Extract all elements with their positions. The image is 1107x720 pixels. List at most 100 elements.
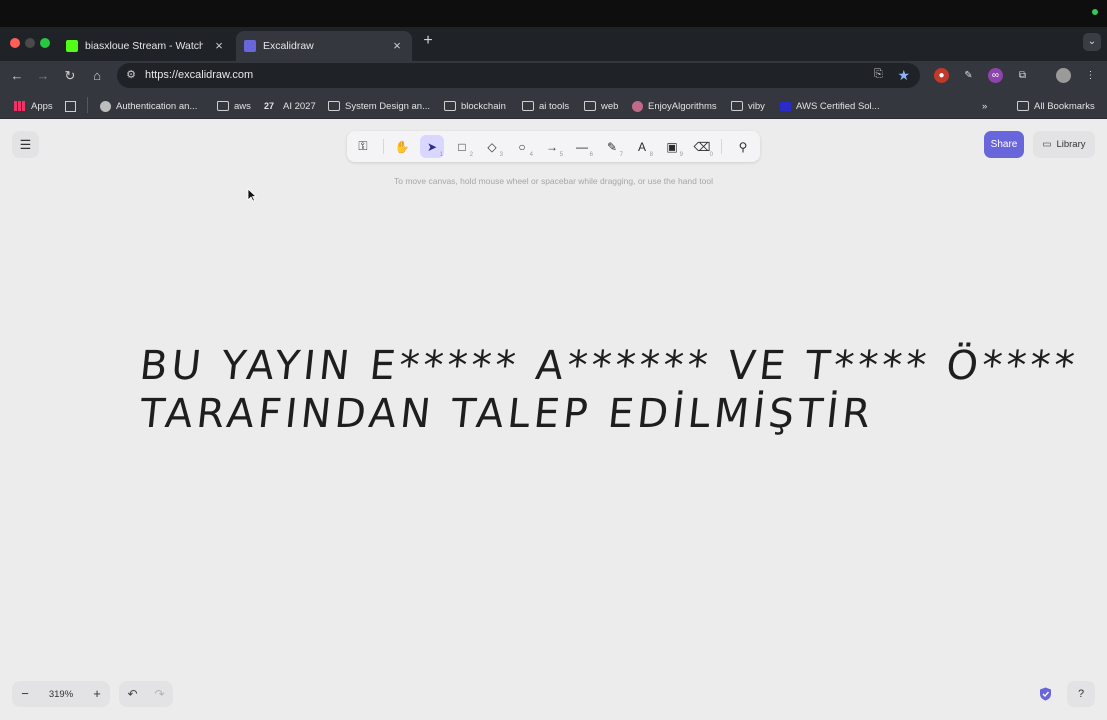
- bookmark-label: AWS Certified Sol...: [796, 100, 880, 112]
- zoom-out-button[interactable]: −: [12, 681, 38, 707]
- bookmark-aws[interactable]: aws: [217, 99, 251, 113]
- hand-tool-icon[interactable]: ✋: [390, 135, 414, 158]
- bookmark-label: AI 2027: [283, 100, 316, 112]
- folder-icon: [522, 101, 534, 111]
- browser-toolbar: ← → ↻ ⌂ ⚙ https://excalidraw.com ⎘ ★ ● ✎…: [0, 61, 1107, 91]
- line-tool-icon[interactable]: —6: [570, 135, 594, 159]
- canvas-text-line-2[interactable]: TARAFINDAN TALEP EDİLMİŞTİR: [138, 391, 1043, 437]
- back-arrow-icon[interactable]: ←: [9, 68, 25, 84]
- profile-avatar[interactable]: [1056, 68, 1071, 83]
- site-settings-icon[interactable]: ⚙: [124, 68, 138, 82]
- excalidraw-favicon-icon: [244, 40, 256, 52]
- help-button[interactable]: ?: [1067, 681, 1095, 707]
- zoom-level[interactable]: 319%: [38, 689, 84, 700]
- selection-tool-icon[interactable]: ➤ 1: [420, 135, 444, 158]
- extension-fox-icon[interactable]: ●: [934, 68, 949, 83]
- macos-menubar: [0, 0, 1107, 27]
- zoom-controls: − 319% +: [12, 681, 110, 707]
- library-button[interactable]: ▭ Library: [1033, 131, 1095, 158]
- folder-icon: [584, 101, 596, 111]
- bookmark-label: viby: [748, 100, 765, 112]
- main-menu-button[interactable]: ☰: [12, 131, 39, 158]
- bookmarks-bar: Apps Authentication an... aws 27 AI 2027…: [0, 91, 1107, 119]
- globe-icon: [100, 100, 111, 112]
- toolbar-divider: [383, 139, 384, 154]
- new-tab-button[interactable]: +: [421, 33, 435, 49]
- bookmark-enjoyalgorithms[interactable]: EnjoyAlgorithms: [632, 99, 717, 113]
- bookmark-label: Apps: [31, 100, 53, 112]
- bookmark-ai-tools[interactable]: ai tools: [522, 99, 569, 113]
- tab-close-button[interactable]: ×: [212, 39, 226, 53]
- extensions-puzzle-icon[interactable]: ⧉: [1015, 68, 1030, 83]
- bookmark-authentication[interactable]: Authentication an...: [100, 99, 197, 113]
- ellipse-tool-icon[interactable]: ○ 4: [510, 135, 534, 159]
- bookmark-label: blockchain: [461, 100, 506, 112]
- canvas-text-line-1[interactable]: BU YAYIN E***** A****** VE T**** Ö****: [138, 343, 1081, 389]
- bookmark-label: Authentication an...: [116, 100, 198, 112]
- folder-icon: [444, 101, 456, 111]
- url-text[interactable]: https://excalidraw.com: [145, 69, 253, 81]
- excalidraw-canvas[interactable]: ☰ ⚿ ✋ ➤ 1 □ 2 ◇ 3 ○ 4 → 5 —6 ✎ 7 A8 ▣ 9 ⌫ 0 ⚲ To…: [0, 119, 1107, 720]
- mouse-cursor-icon: [247, 188, 257, 202]
- bookmark-separator: [87, 97, 88, 113]
- tab-groups-icon[interactable]: [65, 99, 81, 113]
- site-icon: [632, 100, 643, 112]
- tab-close-button[interactable]: ×: [390, 39, 404, 53]
- bookmark-label: EnjoyAlgorithms: [648, 100, 717, 112]
- reload-icon[interactable]: ↻: [62, 68, 78, 84]
- tab-title: biasxloue Stream - Watch Liv: [85, 40, 203, 52]
- window-zoom-button[interactable]: [40, 38, 50, 48]
- bookmark-apps[interactable]: Apps: [14, 99, 53, 113]
- folder-icon: [217, 101, 229, 111]
- bookmark-ai-2027[interactable]: 27 AI 2027: [264, 99, 316, 113]
- folder-icon: [328, 101, 340, 111]
- bookmarks-overflow-icon[interactable]: »: [982, 99, 987, 113]
- folder-icon: [731, 101, 743, 111]
- canvas-hint: To move canvas, hold mouse wheel or spac…: [394, 176, 713, 186]
- install-app-icon[interactable]: ⎘: [874, 68, 888, 82]
- zoom-in-button[interactable]: +: [84, 681, 110, 707]
- browser-tab-excalidraw[interactable]: Excalidraw ×: [236, 31, 412, 61]
- extra-tools-icon[interactable]: ⚲: [731, 135, 755, 158]
- bookmark-label: All Bookmarks: [1034, 100, 1095, 112]
- grid-icon: [65, 100, 76, 112]
- extension-purple-icon[interactable]: ∞: [988, 68, 1003, 83]
- undo-button[interactable]: ↶: [119, 681, 146, 707]
- forward-arrow-icon[interactable]: →: [35, 68, 51, 84]
- image-tool-icon[interactable]: ▣ 9: [660, 135, 684, 159]
- browser-tab-kick[interactable]: biasxloue Stream - Watch Liv ×: [58, 31, 234, 61]
- eyedropper-icon[interactable]: ✎: [961, 68, 976, 83]
- share-button[interactable]: Share: [984, 131, 1024, 158]
- window-minimize-button[interactable]: [25, 38, 35, 48]
- book-icon: ▭: [1042, 139, 1052, 150]
- ai2027-icon: 27: [264, 101, 275, 111]
- text-tool-icon[interactable]: A8: [630, 135, 654, 159]
- bookmark-star-icon[interactable]: ★: [897, 67, 910, 84]
- shield-check-icon[interactable]: [1039, 687, 1052, 701]
- status-dot-icon: [1092, 9, 1098, 15]
- all-bookmarks[interactable]: All Bookmarks: [1017, 99, 1095, 113]
- eraser-tool-icon[interactable]: ⌫ 0: [690, 135, 714, 159]
- diamond-tool-icon[interactable]: ◇ 3: [480, 135, 504, 159]
- folder-icon: [1017, 101, 1029, 111]
- lock-icon[interactable]: ⚿: [351, 135, 375, 158]
- shapes-toolbar: ⚿ ✋ ➤ 1 □ 2 ◇ 3 ○ 4 → 5 —6 ✎ 7 A8 ▣ 9 ⌫ 0 ⚲: [347, 131, 760, 162]
- apps-grid-icon: [14, 101, 26, 111]
- browser-menu-icon[interactable]: ⋮: [1083, 68, 1098, 83]
- bookmark-system-design[interactable]: System Design an...: [328, 99, 430, 113]
- tab-search-chevron-icon[interactable]: ⌄: [1083, 33, 1101, 51]
- window-close-button[interactable]: [10, 38, 20, 48]
- library-label: Library: [1056, 139, 1086, 150]
- address-bar[interactable]: ⚙ https://excalidraw.com ⎘ ★: [117, 63, 920, 88]
- bookmark-label: System Design an...: [345, 100, 431, 112]
- bookmark-web[interactable]: web: [584, 99, 618, 113]
- pencil-tool-icon[interactable]: ✎ 7: [600, 135, 624, 159]
- arrow-tool-icon[interactable]: → 5: [540, 135, 564, 159]
- redo-button[interactable]: ↷: [146, 681, 173, 707]
- bookmark-blockchain[interactable]: blockchain: [444, 99, 506, 113]
- bookmark-aws-certified[interactable]: AWS Certified Sol...: [780, 99, 880, 113]
- rectangle-tool-icon[interactable]: □ 2: [450, 135, 474, 159]
- home-icon[interactable]: ⌂: [89, 68, 105, 84]
- bookmark-label: aws: [234, 100, 251, 112]
- bookmark-viby[interactable]: viby: [731, 99, 765, 113]
